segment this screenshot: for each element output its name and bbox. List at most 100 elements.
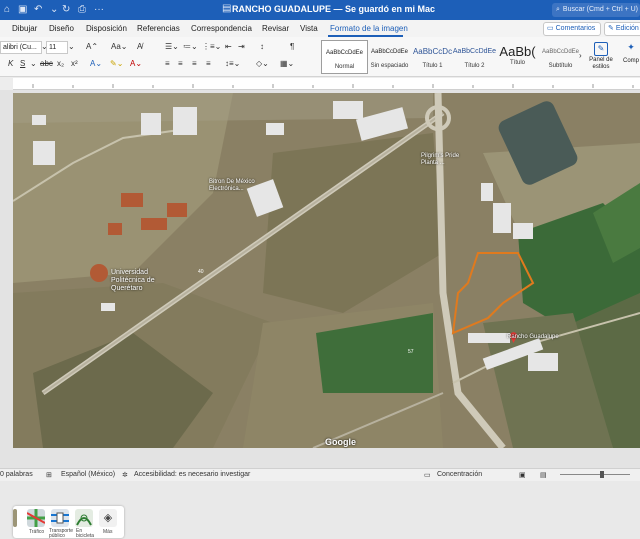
save-icon[interactable]: ▣ [18,4,27,15]
highlight-icon[interactable]: ✎⌄ [110,59,123,68]
zoom-slider-thumb[interactable] [600,471,604,478]
pencil-icon: ✎ [608,25,614,32]
print-layout-view-icon[interactable]: ▣ [519,471,526,479]
accessibility-status[interactable]: Accesibilidad: es necesario investigar [134,471,250,478]
print-icon[interactable]: ⎙ [78,4,86,15]
paragraph-marks-icon[interactable]: ¶ [290,42,294,51]
text-effects-icon[interactable]: A⌄ [90,59,102,68]
map-image[interactable]: 57 40 Bitron De México Electrónica... Pil… [13,93,640,448]
style-titulo-name: Título [509,60,525,66]
tab-dibujar[interactable]: Dibujar [12,24,37,33]
redo-icon[interactable]: ↻ [62,4,70,15]
zoom-slider[interactable] [560,474,630,475]
style-titulo-1-preview: AaBbCcDc [412,47,453,56]
style-titulo-2[interactable]: AaBbCcDdEe Título 2 [452,40,497,72]
style-titulo-2-name: Título 2 [464,63,485,69]
word-count[interactable]: 0 palabras [0,471,33,478]
style-normal-preview: AaBbCcDdEe [325,50,364,56]
subscript-icon[interactable]: x₂ [57,59,64,68]
edit-mode-button[interactable]: ✎ Edición [604,22,640,36]
comments-label: Comentarios [555,25,596,32]
layers-more-icon[interactable]: ◈ [99,509,117,527]
window-title: RANCHO GUADALUPE — Se guardó en mi Mac [232,4,436,14]
document-canvas[interactable]: 57 40 Bitron De México Electrónica... Pil… [0,90,640,539]
underline-icon[interactable]: S [20,59,25,68]
satellite-map-graphic: 57 40 [13,93,640,448]
borders-icon[interactable]: ▦⌄ [280,59,294,68]
tab-referencias[interactable]: Referencias [137,24,180,33]
more-icon[interactable]: ··· [94,4,104,15]
tab-diseno[interactable]: Diseño [49,24,74,33]
strikethrough-icon[interactable]: abc [40,59,53,68]
style-titulo-1[interactable]: AaBbCcDc Título 1 [410,40,455,72]
style-titulo-preview: AaBb( [499,44,536,59]
traffic-icon [26,509,46,527]
decrease-indent-icon[interactable]: ⇤ [225,42,232,51]
title-bar: ⌂ ▣ ↶ ⌄ ↻ ⎙ ··· ▤ RANCHO GUADALUPE — Se … [0,0,640,20]
align-left-icon[interactable]: ≡ [165,59,170,68]
ribbon: alibri (Cu... ⌄ 11 ⌄ A⌃ Aa⌄ A̸ ☰⌄ ≔⌄ ⋮≡⌄… [0,37,640,77]
layer-partial[interactable] [13,509,17,527]
style-sin-espaciado-name: Sin espaciado [370,63,409,69]
style-normal-name: Normal [334,64,355,70]
font-name-field[interactable]: alibri (Cu... [0,41,42,54]
align-right-icon[interactable]: ≡ [192,59,197,68]
grow-font-icon[interactable]: A⌃ [86,42,98,51]
style-titulo[interactable]: AaBb( Título [495,40,540,72]
undo-dropdown-icon[interactable]: ⌄ [50,4,58,15]
underline-dropdown-icon[interactable]: ⌄ [30,59,37,68]
layer-label-bicycle: En bicicleta [76,528,95,539]
line-spacing-icon[interactable]: ↕≡⌄ [225,59,240,68]
style-subtitulo[interactable]: AaBbCcDdEe Subtítulo [538,40,583,72]
superscript-icon[interactable]: x² [71,59,78,68]
edit-label: Edición [615,25,639,32]
accessibility-icon[interactable]: ✲ [122,471,128,479]
layer-transit[interactable] [51,509,69,527]
sort-icon[interactable]: ↕ [260,42,264,51]
justify-icon[interactable]: ≡ [206,59,211,68]
undo-icon[interactable]: ↶ [34,4,42,15]
styles-gallery-expand-icon[interactable]: › [579,51,582,60]
tab-disposicion[interactable]: Disposición [86,24,127,33]
language-status[interactable]: Español (México) [61,471,115,478]
styles-pane-icon: ✎ [594,42,608,56]
bullets-icon[interactable]: ☰⌄ [165,42,179,51]
compose-button[interactable]: ✦ Comp [622,40,640,74]
layer-bicycle[interactable] [75,509,93,527]
style-normal[interactable]: AaBbCcDdEe Normal [321,40,368,74]
styles-pane-label: Panel de estilos [589,57,613,70]
increase-indent-icon[interactable]: ⇥ [238,42,245,51]
status-bar: 0 palabras ⊞ Español (México) ✲ Accesibi… [0,468,640,481]
map-layers-panel: ◈ Tráfico Transporte público En biciclet… [13,506,124,539]
ribbon-tabs: Dibujar Diseño Disposición Referencias C… [0,20,640,38]
font-size-field[interactable]: 11 [46,41,68,54]
font-size-dropdown-icon[interactable]: ⌄ [68,42,75,51]
web-layout-view-icon[interactable]: ▤ [540,471,547,479]
proofing-icon[interactable]: ⊞ [46,471,52,479]
layer-traffic[interactable] [26,509,46,527]
focus-icon[interactable]: ▭ [424,471,431,479]
italic-icon[interactable]: K [8,59,13,68]
styles-pane-button[interactable]: ✎ Panel de estilos [587,40,615,74]
tab-correspondencia[interactable]: Correspondencia [191,24,252,33]
font-color-icon[interactable]: A⌄ [130,59,142,68]
focus-mode-button[interactable]: Concentración [437,471,482,478]
change-case-icon[interactable]: Aa⌄ [111,42,128,51]
transit-icon [51,512,69,524]
tab-formato-imagen[interactable]: Formato de la imagen [330,24,408,33]
search-input[interactable]: ⌕ Buscar (Cmd + Ctrl + U) [552,3,640,17]
road-marker-2: 40 [198,269,204,275]
comments-button[interactable]: ▭ Comentarios [543,22,601,36]
clear-format-icon[interactable]: A̸ [137,42,142,51]
numbering-icon[interactable]: ≔⌄ [183,42,198,51]
tab-vista[interactable]: Vista [300,24,318,33]
ruler-track[interactable] [13,78,640,90]
multilevel-list-icon[interactable]: ⋮≡⌄ [202,42,221,51]
style-subtitulo-name: Subtítulo [548,63,573,69]
tab-revisar[interactable]: Revisar [262,24,289,33]
home-icon[interactable]: ⌂ [4,4,10,15]
align-center-icon[interactable]: ≡ [178,59,183,68]
style-sin-espaciado[interactable]: AaBbCcDdEe Sin espaciado [367,40,412,72]
map-label-bitron: Bitron De México Electrónica... [209,179,255,192]
shading-icon[interactable]: ◇⌄ [256,59,269,68]
